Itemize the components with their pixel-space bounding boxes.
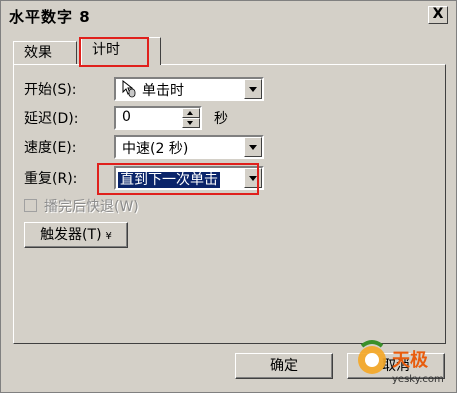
- svg-text:天极: 天极: [392, 350, 429, 371]
- title-bar: 水平数字 8 X: [3, 3, 454, 29]
- triggers-button[interactable]: 触发器(T) ¥: [24, 222, 128, 248]
- start-value: 单击时: [142, 83, 184, 99]
- repeat-highlight: [97, 163, 259, 195]
- start-select[interactable]: 单击时: [114, 77, 264, 101]
- mouse-icon: [120, 79, 136, 102]
- speed-dropdown-arrow-icon[interactable]: [244, 137, 262, 157]
- tab-effect[interactable]: 效果: [13, 41, 77, 65]
- dialog-title: 水平数字 8: [9, 8, 91, 26]
- ok-button[interactable]: 确定: [235, 353, 333, 379]
- rewind-label: 播完后快退(W): [44, 199, 139, 215]
- delay-label: 延迟(D):: [24, 111, 79, 127]
- delay-value: 0: [122, 109, 131, 125]
- close-button[interactable]: X: [428, 6, 448, 24]
- speed-label: 速度(E):: [24, 140, 77, 156]
- delay-unit: 秒: [214, 111, 228, 127]
- rewind-checkbox[interactable]: [24, 199, 37, 212]
- triggers-label: 触发器(T): [40, 227, 102, 243]
- dialog-window: 水平数字 8 X 效果 计时 开始(S): 单击时 延迟(D): 0 秒 速度(…: [0, 0, 457, 393]
- double-chevron-down-icon: ¥: [105, 231, 112, 242]
- spin-down-icon[interactable]: [182, 118, 200, 128]
- timing-panel: 开始(S): 单击时 延迟(D): 0 秒 速度(E): 中速(2 秒) 重复(…: [13, 64, 446, 344]
- speed-select[interactable]: 中速(2 秒): [114, 135, 264, 159]
- delay-input[interactable]: 0: [114, 106, 202, 130]
- svg-text:yesky.com: yesky.com: [392, 374, 444, 385]
- start-dropdown-arrow-icon[interactable]: [244, 79, 262, 99]
- spin-up-icon[interactable]: [182, 108, 200, 118]
- yesky-watermark-logo: 天极 yesky.com: [352, 336, 452, 388]
- speed-value: 中速(2 秒): [122, 141, 189, 157]
- start-label: 开始(S):: [24, 82, 77, 98]
- delay-spinner[interactable]: [182, 108, 200, 128]
- timing-tab-highlight: [79, 37, 149, 67]
- repeat-label: 重复(R):: [24, 171, 78, 187]
